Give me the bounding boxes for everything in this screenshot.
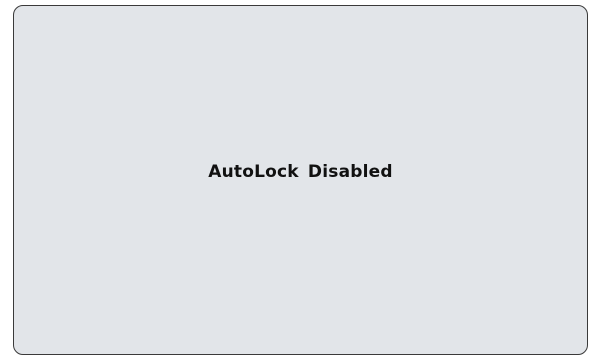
autolock-status-message: AutoLock Disabled [208, 162, 393, 182]
autolock-status-panel: AutoLock Disabled [13, 5, 588, 355]
